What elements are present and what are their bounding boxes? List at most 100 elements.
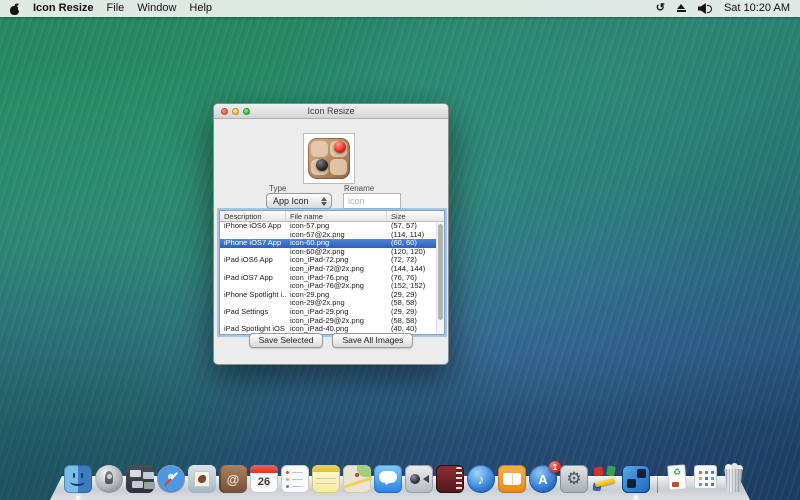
table-row[interactable]: icon_iPad-76@2x.png (152, 152) <box>220 282 444 291</box>
rocket-icon <box>105 471 113 484</box>
apple-menu-icon[interactable] <box>10 3 20 15</box>
dock-icon-calendar[interactable]: 26 <box>250 465 278 493</box>
menu-file[interactable]: File <box>107 0 125 17</box>
table-row-selected[interactable]: iPhone iOS7 App icon-60.png (60, 60) <box>220 239 444 248</box>
type-label: Type <box>269 184 286 193</box>
rename-input[interactable] <box>343 193 401 209</box>
recycle-icon: ♻ <box>673 467 681 478</box>
desktop[interactable]: Icon Resize File Window Help ↺ Sat 10:20… <box>0 0 800 500</box>
cell-description: iPad iOS6 App <box>220 256 286 265</box>
notes-header <box>312 465 340 472</box>
volume-icon[interactable] <box>698 3 713 14</box>
dock-trash[interactable] <box>721 463 746 493</box>
preview-black-ball <box>316 159 328 171</box>
grid-folder-icon <box>694 465 717 489</box>
table-header: Description File name Size <box>220 211 444 222</box>
at-sign-icon: @ <box>219 465 247 493</box>
dock-icon-facetime[interactable] <box>405 465 433 493</box>
grid-items-icon <box>699 471 702 474</box>
time-machine-icon[interactable]: ↺ <box>656 0 665 17</box>
dark-square-top <box>637 469 646 478</box>
red-block <box>593 466 603 476</box>
dock-icon-messages[interactable] <box>374 465 402 493</box>
document-thumbnail <box>672 482 679 487</box>
save-selected-button[interactable]: Save Selected <box>249 333 324 348</box>
preview-red-ball <box>334 141 346 153</box>
cell-description <box>220 248 286 257</box>
table-row[interactable]: icon_iPad-72@2x.png (144, 144) <box>220 265 444 274</box>
stepper-up-arrow <box>321 197 327 201</box>
popup-stepper-icon <box>319 197 328 206</box>
table-row[interactable]: iPad iOS6 App icon_iPad-72.png (72, 72) <box>220 256 444 265</box>
dock-icon-mail[interactable] <box>188 465 216 493</box>
reminder-bullets <box>286 471 289 474</box>
dock-icon-toy-blocks-app[interactable] <box>591 465 619 493</box>
cell-description <box>220 317 286 326</box>
cell-filename: icon-57@2x.png <box>286 231 387 240</box>
dark-square-bottom <box>627 479 636 488</box>
map-park <box>357 465 371 477</box>
menu-window[interactable]: Window <box>137 0 176 17</box>
table-row[interactable]: iPad Settings icon_iPad-29.png (29, 29) <box>220 308 444 317</box>
table-scrollbar[interactable] <box>436 222 444 334</box>
menu-app-name[interactable]: Icon Resize <box>33 0 94 17</box>
dock-icon-imovie[interactable] <box>436 465 464 493</box>
dock-icon-maps[interactable] <box>343 465 371 493</box>
finder-smile <box>70 477 85 486</box>
menu-help[interactable]: Help <box>189 0 212 17</box>
eject-icon[interactable] <box>676 3 687 14</box>
volume-wave <box>707 5 712 13</box>
table-row[interactable]: icon-29@2x.png (58, 58) <box>220 299 444 308</box>
type-popup-value: App Icon <box>273 196 309 206</box>
scrollbar-thumb[interactable] <box>438 224 443 320</box>
save-all-images-button[interactable]: Save All Images <box>332 333 413 348</box>
dock-icon-system-preferences[interactable]: ⚙ <box>560 465 588 493</box>
dock-documents-stack[interactable]: ♻ <box>665 463 690 493</box>
dock-icon-mission-control[interactable] <box>126 465 154 493</box>
eagle-icon <box>198 475 206 483</box>
trash-basket-icon <box>723 469 744 492</box>
cell-description: iPhone Spotlight i... <box>220 291 286 300</box>
app-icon-preview <box>308 138 350 179</box>
menu-bar: Icon Resize File Window Help ↺ Sat 10:20… <box>0 0 800 17</box>
dock-icon-app-store[interactable]: A 1 <box>529 465 557 493</box>
table-row[interactable]: iPhone Spotlight i... icon-29.png (29, 2… <box>220 291 444 300</box>
windows-icon <box>130 470 141 477</box>
window-titlebar[interactable]: Icon Resize <box>214 104 448 119</box>
stepper-down-arrow <box>321 202 327 206</box>
map-road <box>343 476 372 488</box>
reminder-lines <box>292 472 303 473</box>
column-header-filename[interactable]: File name <box>286 211 387 221</box>
table-row[interactable]: icon-57@2x.png (114, 114) <box>220 231 444 240</box>
dock-icon-launchpad[interactable] <box>95 465 123 493</box>
dock-icon-safari[interactable] <box>157 465 185 493</box>
cell-filename: icon_iPad-72.png <box>286 256 387 265</box>
cell-description <box>220 299 286 308</box>
column-header-description[interactable]: Description <box>220 211 286 221</box>
dock-icon-notes[interactable] <box>312 465 340 493</box>
dock-icon-ibooks[interactable] <box>498 465 526 493</box>
dock-icon-contacts[interactable]: @ <box>219 465 247 493</box>
book-spine <box>512 474 513 484</box>
column-header-size[interactable]: Size <box>387 211 444 221</box>
eject-bar <box>677 10 686 12</box>
cell-description <box>220 265 286 274</box>
dock-icon-icon-resize[interactable] <box>622 465 650 493</box>
table-row[interactable]: icon_iPad-29@2x.png (58, 58) <box>220 317 444 326</box>
table-row[interactable]: iPad iOS7 App icon_iPad-76.png (76, 76) <box>220 274 444 283</box>
table-row[interactable]: icon-60@2x.png (120, 120) <box>220 248 444 257</box>
dock-icon-itunes[interactable]: ♪ <box>467 465 495 493</box>
cell-description: iPhone iOS7 App <box>220 239 286 248</box>
cell-filename: icon_iPad-29.png <box>286 308 387 317</box>
dock-icon-reminders[interactable] <box>281 465 309 493</box>
table-row[interactable]: iPhone iOS6 App icon-57.png (57, 57) <box>220 222 444 231</box>
menu-clock[interactable]: Sat 10:20 AM <box>724 0 790 17</box>
cell-description: iPhone iOS6 App <box>220 222 286 231</box>
dock-downloads-stack[interactable] <box>693 463 718 493</box>
yellow-arrow <box>595 478 616 488</box>
preview-board-squares <box>311 141 328 157</box>
dock-icon-finder[interactable] <box>64 465 92 493</box>
cell-filename: icon-29.png <box>286 291 387 300</box>
type-popup-button[interactable]: App Icon <box>266 193 332 209</box>
cell-filename: icon-60.png <box>286 239 387 248</box>
